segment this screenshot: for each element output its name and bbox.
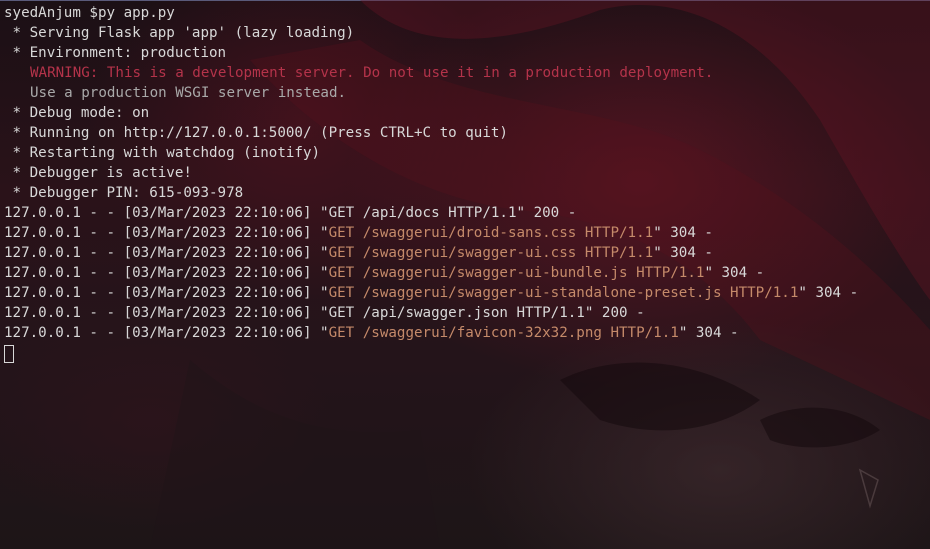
request-log-line: 127.0.0.1 - - [03/Mar/2023 22:10:06] "GE… <box>4 303 858 323</box>
request-log-line: 127.0.0.1 - - [03/Mar/2023 22:10:06] "GE… <box>4 203 858 223</box>
request-status: " 304 - <box>653 225 713 241</box>
request-text: GET /swaggerui/droid-sans.css HTTP/1.1 <box>328 225 654 241</box>
text-cursor[interactable] <box>4 345 14 363</box>
request-log-line: 127.0.0.1 - - [03/Mar/2023 22:10:06] "GE… <box>4 323 858 343</box>
request-prefix: 127.0.0.1 - - [03/Mar/2023 22:10:06] " <box>4 325 329 341</box>
status-line: * Running on http://127.0.0.1:5000/ (Pre… <box>4 125 508 141</box>
request-log-line: 127.0.0.1 - - [03/Mar/2023 22:10:06] "GE… <box>4 263 858 283</box>
request-status: " 304 - <box>704 265 765 281</box>
warning-message: WARNING: This is a development server. D… <box>30 65 714 81</box>
request-prefix: 127.0.0.1 - - [03/Mar/2023 22:10:06] " <box>4 245 329 261</box>
input-line[interactable] <box>4 343 858 363</box>
request-text: GET /swaggerui/swagger-ui-bundle.js HTTP… <box>328 265 705 281</box>
request-log-line: 127.0.0.1 - - [03/Mar/2023 22:10:06] "GE… <box>4 243 858 263</box>
request-text: GET /swaggerui/favicon-32x32.png HTTP/1.… <box>328 325 679 341</box>
request-status: " 200 - <box>584 305 645 321</box>
request-text: GET /api/docs HTTP/1.1 <box>328 205 517 221</box>
warning-hint: Use a production WSGI server instead. <box>30 85 347 101</box>
window-top-border <box>0 0 930 1</box>
status-line: * Restarting with watchdog (inotify) <box>4 145 321 161</box>
request-prefix: 127.0.0.1 - - [03/Mar/2023 22:10:06] " <box>4 205 329 221</box>
request-text: GET /swaggerui/swagger-ui.css HTTP/1.1 <box>328 245 654 261</box>
request-status: " 304 - <box>798 285 859 301</box>
startup-line: * Environment: production <box>4 45 227 61</box>
status-line: * Debug mode: on <box>4 105 150 121</box>
request-log-line: 127.0.0.1 - - [03/Mar/2023 22:10:06] "GE… <box>4 283 858 303</box>
prompt-user: syedAnjum <box>4 5 81 21</box>
request-prefix: 127.0.0.1 - - [03/Mar/2023 22:10:06] " <box>4 285 329 301</box>
request-text: GET /api/swagger.json HTTP/1.1 <box>328 305 585 321</box>
prompt-symbol: $ <box>89 5 98 21</box>
request-text: GET /swaggerui/swagger-ui-standalone-pre… <box>328 285 799 301</box>
startup-line: * Serving Flask app 'app' (lazy loading) <box>4 25 355 41</box>
status-line: * Debugger PIN: 615-093-978 <box>4 185 244 201</box>
prompt-command: py app.py <box>97 5 175 21</box>
status-line: * Debugger is active! <box>4 165 192 181</box>
request-status: " 304 - <box>678 325 739 341</box>
request-prefix: 127.0.0.1 - - [03/Mar/2023 22:10:06] " <box>4 225 329 241</box>
request-prefix: 127.0.0.1 - - [03/Mar/2023 22:10:06] " <box>4 305 329 321</box>
prompt-line: syedAnjum $py app.py <box>4 3 858 23</box>
request-status: " 200 - <box>516 205 577 221</box>
request-prefix: 127.0.0.1 - - [03/Mar/2023 22:10:06] " <box>4 265 329 281</box>
terminal-window[interactable]: syedAnjum $py app.py * Serving Flask app… <box>0 0 930 549</box>
request-log-line: 127.0.0.1 - - [03/Mar/2023 22:10:06] "GE… <box>4 223 858 243</box>
request-status: " 304 - <box>653 245 713 261</box>
